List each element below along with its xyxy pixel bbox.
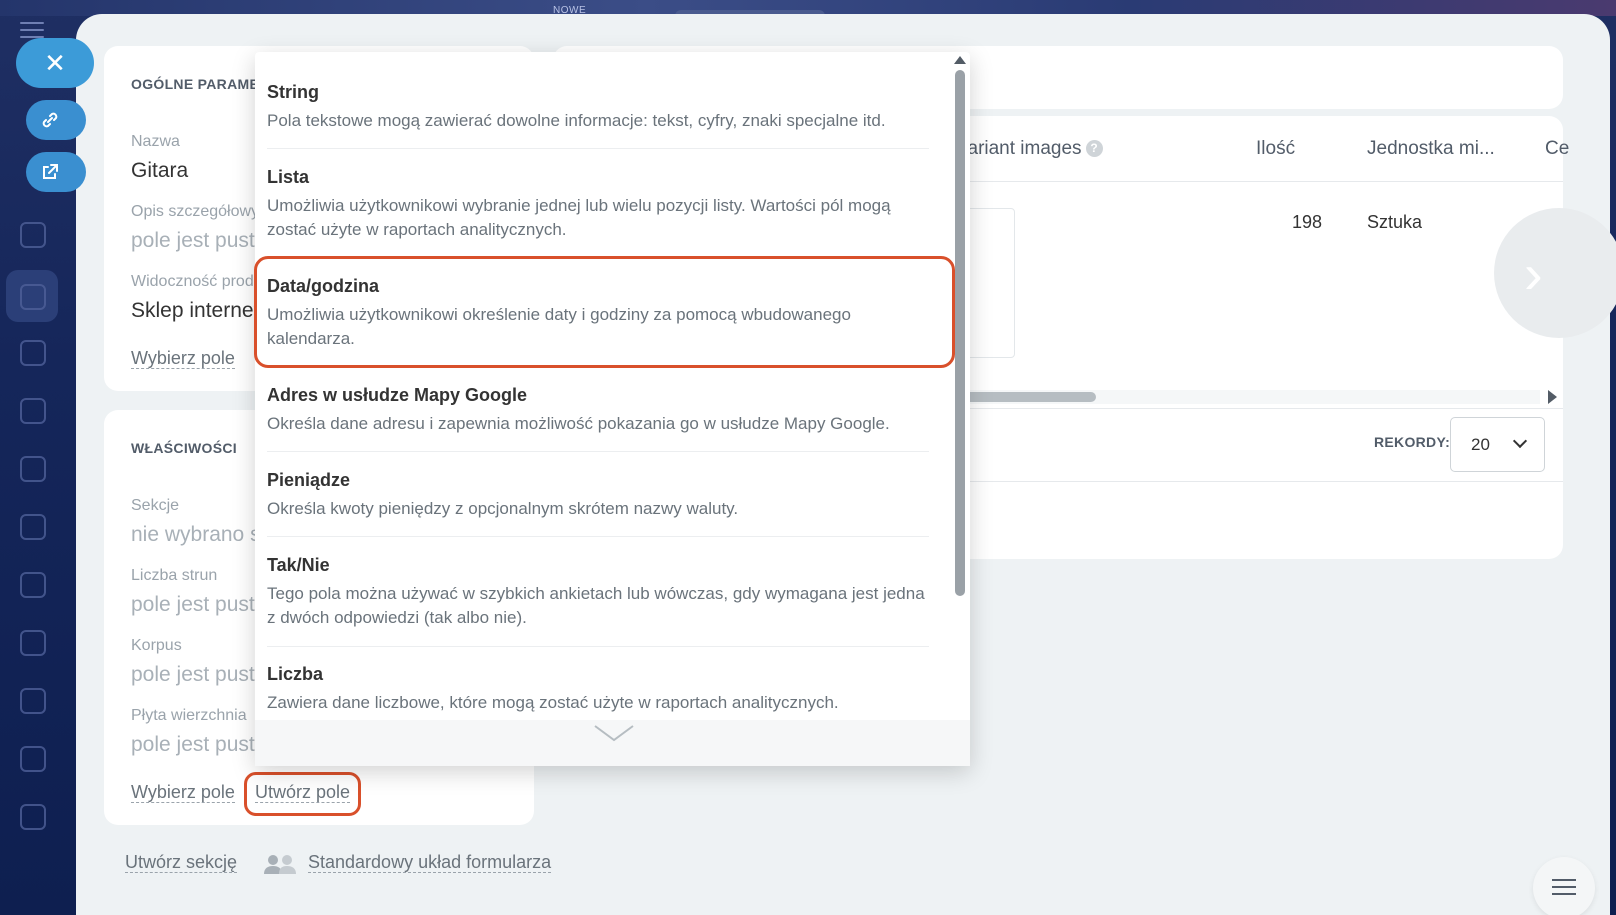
option-title: String (267, 82, 319, 102)
select-field-link-general[interactable]: Wybierz pole (131, 348, 235, 369)
external-link-icon (43, 164, 58, 179)
option-description: Określa kwoty pieniędzy z opcjonalnym sk… (267, 499, 739, 518)
field-value-name[interactable]: Gitara (131, 159, 188, 183)
link-icon (42, 112, 58, 128)
col-header-price[interactable]: Ce (1545, 138, 1569, 160)
box-icon[interactable] (20, 804, 46, 830)
option-divider (267, 148, 929, 149)
menu-fab-button[interactable] (1533, 857, 1595, 915)
field-type-option-list[interactable]: Lista Umożliwia użytkownikowi wybranie j… (267, 167, 929, 242)
option-description: Określa dane adresu i zapewnia możliwość… (267, 414, 890, 433)
chevron-down-icon (594, 725, 634, 742)
chart-icon[interactable] (20, 688, 46, 714)
option-title: Tak/Nie (267, 555, 330, 575)
option-divider (267, 451, 929, 452)
select-field-link-properties[interactable]: Wybierz pole (131, 782, 235, 803)
option-title: Lista (267, 167, 310, 187)
field-type-option-string[interactable]: String Pola tekstowe mogą zawierać dowol… (267, 82, 929, 133)
field-value-visibility[interactable]: Sklep internet (131, 299, 259, 323)
scroll-right-button[interactable]: › (1494, 208, 1616, 338)
target-icon[interactable] (20, 222, 46, 248)
field-label-visibility: Widoczność prod (131, 273, 254, 290)
pen-icon[interactable] (20, 398, 46, 424)
field-label-description: Opis szczegółowy (131, 203, 260, 220)
cell-quantity: 198 (1292, 212, 1323, 232)
create-field-link[interactable]: Utwórz pole (255, 782, 351, 803)
create-section-link[interactable]: Utwórz sekcję (125, 852, 238, 873)
field-type-option-number[interactable]: Liczba Zawiera dane liczbowe, które mogą… (267, 664, 929, 715)
col-header-unit[interactable]: Jednostka mi... (1367, 138, 1495, 160)
field-value-strings[interactable]: pole jest pust (131, 593, 255, 617)
option-title: Pieniądze (267, 470, 351, 490)
help-icon[interactable]: ? (1085, 140, 1103, 157)
open-new-window-button[interactable] (26, 152, 86, 192)
col-header-variant-images[interactable]: variant images? (958, 138, 1103, 160)
cart-icon[interactable] (20, 514, 46, 540)
document-icon[interactable] (20, 456, 46, 482)
option-title: Liczba (267, 664, 324, 684)
option-description: Pola tekstowe mogą zawierać dowolne info… (267, 111, 886, 130)
col-header-quantity[interactable]: Ilość (1256, 138, 1295, 160)
records-label: REKORDY: (1374, 434, 1451, 450)
field-label-name: Nazwa (131, 133, 180, 150)
field-type-option-yes-no[interactable]: Tak/Nie Tego pola można używać w szybkic… (267, 555, 929, 630)
standard-form-layout-link[interactable]: Standardowy układ formularza (308, 852, 552, 873)
close-button[interactable]: ✕ (16, 38, 94, 88)
general-params-title: OGÓLNE PARAME (131, 76, 260, 92)
records-value: 20 (1471, 435, 1490, 454)
option-divider (267, 646, 929, 647)
option-divider (267, 536, 929, 537)
menu-icon[interactable] (20, 22, 44, 38)
filter-icon[interactable] (20, 284, 46, 310)
datetime-option-highlight (254, 256, 955, 368)
warehouse-icon[interactable] (20, 572, 46, 598)
field-label-body: Korpus (131, 637, 182, 654)
field-label-top-plate: Płyta wierzchnia (131, 707, 247, 724)
records-per-page-select[interactable]: 20 (1450, 417, 1545, 472)
option-description: Zawiera dane liczbowe, które mogą zostać… (267, 693, 839, 712)
field-type-option-google-maps[interactable]: Adres w usłudze Mapy Google Określa dane… (267, 385, 929, 436)
field-value-top-plate[interactable]: pole jest pust (131, 733, 255, 757)
field-type-dropdown: String Pola tekstowe mogą zawierać dowol… (255, 52, 970, 766)
scroll-right-arrow-icon[interactable] (1548, 390, 1557, 404)
dropdown-scroll-up-icon[interactable] (954, 56, 966, 64)
option-description: Umożliwia użytkownikowi wybranie jednej … (267, 196, 891, 239)
close-icon: ✕ (44, 47, 66, 78)
field-value-body[interactable]: pole jest pust (131, 663, 255, 687)
dropdown-scrollbar[interactable] (955, 70, 965, 596)
field-value-sections[interactable]: nie wybrano s (131, 523, 261, 547)
copy-link-button[interactable] (26, 100, 86, 140)
field-label-strings: Liczba strun (131, 567, 218, 584)
field-value-description[interactable]: pole jest pust (131, 229, 255, 253)
cell-unit: Sztuka (1367, 212, 1423, 232)
settings-icon[interactable] (20, 746, 46, 772)
chevron-down-icon (1512, 433, 1528, 449)
chevron-right-icon: › (1524, 241, 1543, 305)
properties-title: WŁAŚCIWOŚCI (131, 440, 237, 456)
calendar-icon[interactable] (20, 630, 46, 656)
option-title: Adres w usłudze Mapy Google (267, 385, 528, 405)
users-icon (264, 855, 296, 874)
option-description: Tego pola można używać w szybkich ankiet… (267, 584, 925, 627)
field-type-option-money[interactable]: Pieniądze Określa kwoty pieniędzy z opcj… (267, 470, 929, 521)
field-label-sections: Sekcje (131, 497, 180, 514)
robot-icon[interactable] (20, 340, 46, 366)
dropdown-scroll-down-area[interactable] (255, 720, 970, 766)
